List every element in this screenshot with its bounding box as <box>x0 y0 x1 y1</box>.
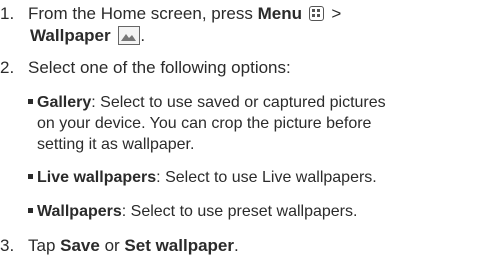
step-text: Select one of the following options: <box>28 58 291 77</box>
option-live-wallpapers: Live wallpapers: Select to use Live wall… <box>28 167 478 188</box>
step-1: 1. From the Home screen, press Menu > <box>0 3 341 25</box>
option-desc: on your device. You can crop the picture… <box>37 115 372 132</box>
menu-label: Menu <box>257 4 302 23</box>
wallpaper-label: Wallpaper <box>30 26 111 45</box>
option-desc: setting it as wallpaper. <box>37 136 195 153</box>
step-3: 3. Tap Save or Set wallpaper. <box>0 235 239 257</box>
option-desc: : Select to use preset wallpapers. <box>121 203 358 220</box>
bullet-icon <box>28 99 33 104</box>
option-gallery-line-2: on your device. You can crop the picture… <box>37 113 479 134</box>
step-text: > <box>326 4 342 23</box>
bullet-icon <box>28 174 33 179</box>
instructions-document: 1. From the Home screen, press Menu > Wal… <box>0 0 479 260</box>
step-number: 2. <box>0 58 15 77</box>
step-text: . <box>234 236 239 255</box>
option-desc: : Select to use Live wallpapers. <box>156 169 377 186</box>
option-name: Wallpapers <box>37 203 122 220</box>
step-text: or <box>99 236 125 255</box>
step-text: Tap <box>28 236 61 255</box>
option-gallery-line-3: setting it as wallpaper. <box>37 134 479 155</box>
option-desc: : Select to use saved or captured pictur… <box>91 94 386 111</box>
save-label: Save <box>60 236 100 255</box>
bullet-icon <box>28 208 33 213</box>
step-text: From the Home screen, press <box>28 4 258 23</box>
option-name: Live wallpapers <box>37 169 157 186</box>
option-wallpapers: Wallpapers: Select to use preset wallpap… <box>28 201 478 222</box>
step-number: 1. <box>0 4 15 23</box>
option-gallery: Gallery: Select to use saved or captured… <box>28 92 478 113</box>
step-number: 3. <box>0 236 15 255</box>
step-2: 2. Select one of the following options: <box>0 57 291 79</box>
option-name: Gallery <box>37 94 92 111</box>
set-wallpaper-label: Set wallpaper <box>124 236 235 255</box>
wallpaper-icon <box>118 26 141 45</box>
menu-key-icon <box>308 6 324 21</box>
step-text: . <box>140 26 146 45</box>
step-1-line-2: Wallpaper . <box>30 25 145 47</box>
